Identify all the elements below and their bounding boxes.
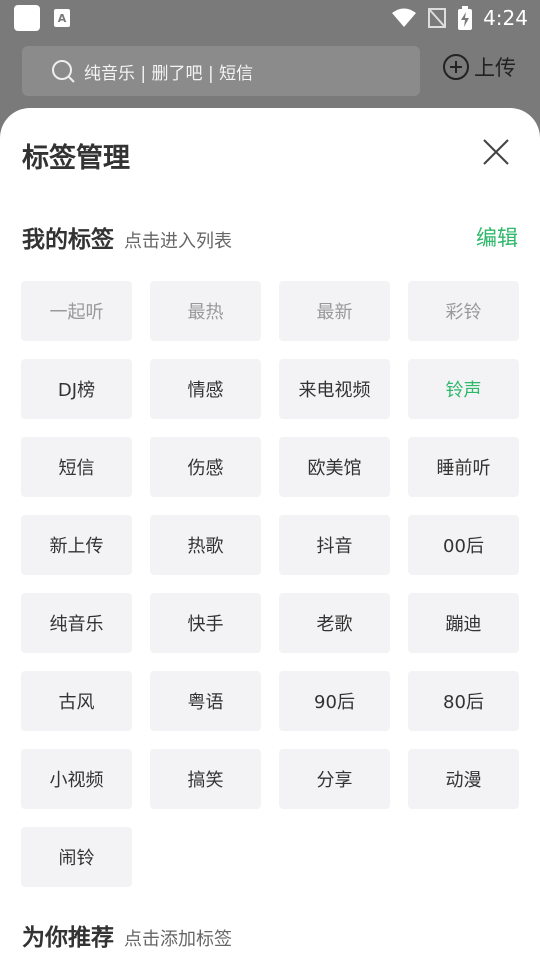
tag-item[interactable]: 新上传 <box>21 515 132 575</box>
tag-item[interactable]: DJ榜 <box>21 359 132 419</box>
tag-item[interactable]: 最新 <box>279 281 390 341</box>
search-placeholder: 纯音乐 | 删了吧 | 短信 <box>84 63 254 84</box>
recommend-header: 为你推荐 点击添加标签 <box>22 918 232 952</box>
my-tags-title: 我的标签 <box>22 227 114 253</box>
tag-item[interactable]: 来电视频 <box>279 359 390 419</box>
tag-item[interactable]: 搞笑 <box>150 749 261 809</box>
recommend-subtitle: 点击添加标签 <box>124 929 232 950</box>
upload-button[interactable]: 上传 <box>442 52 516 82</box>
tag-item[interactable]: 伤感 <box>150 437 261 497</box>
signal-icon <box>428 8 447 28</box>
tag-item[interactable]: 80后 <box>408 671 519 731</box>
tag-item[interactable]: 90后 <box>279 671 390 731</box>
tag-item[interactable]: 短信 <box>21 437 132 497</box>
tag-item[interactable]: 蹦迪 <box>408 593 519 653</box>
my-tags-grid: 一起听 最热 最新 彩铃 DJ榜 情感 来电视频 铃声短信 伤感 欧美馆 睡前听新上传 热歌 抖音 00后… <box>21 281 521 887</box>
tag-item[interactable]: 古风 <box>21 671 132 731</box>
tag-item[interactable]: 粤语 <box>150 671 261 731</box>
text-a-icon: A <box>54 9 70 27</box>
tag-item[interactable]: 纯音乐 <box>21 593 132 653</box>
tag-item[interactable]: 睡前听 <box>408 437 519 497</box>
tag-item[interactable]: 欧美馆 <box>279 437 390 497</box>
search-icon <box>52 60 75 83</box>
status-time: 4:24 <box>483 6 528 30</box>
close-icon[interactable] <box>480 136 512 168</box>
tag-item[interactable]: 00后 <box>408 515 519 575</box>
top-bar: 纯音乐 | 删了吧 | 短信 上传 <box>0 36 540 108</box>
recommend-title: 为你推荐 <box>22 925 114 951</box>
edit-button[interactable]: 编辑 <box>476 222 518 252</box>
sheet-title: 标签管理 <box>22 143 130 174</box>
tag-item[interactable]: 情感 <box>150 359 261 419</box>
search-box[interactable]: 纯音乐 | 删了吧 | 短信 <box>22 46 420 96</box>
tag-management-sheet: 标签管理 我的标签 点击进入列表 编辑 一起听 最热 最新 彩铃 DJ榜 情感 来电视频 铃声… <box>0 108 540 968</box>
upload-label: 上传 <box>474 56 516 80</box>
my-tags-header: 我的标签 点击进入列表 <box>22 220 232 254</box>
my-tags-subtitle: 点击进入列表 <box>124 231 232 252</box>
tag-item[interactable]: 一起听 <box>21 281 132 341</box>
tag-item[interactable]: 分享 <box>279 749 390 809</box>
wifi-icon <box>392 8 417 27</box>
tag-item[interactable]: 快手 <box>150 593 261 653</box>
battery-charging-icon <box>458 6 473 30</box>
tag-item[interactable]: 铃声 <box>408 359 519 419</box>
tag-item[interactable]: 最热 <box>150 281 261 341</box>
tag-item[interactable]: 彩铃 <box>408 281 519 341</box>
tag-item[interactable]: 老歌 <box>279 593 390 653</box>
tag-item[interactable]: 动漫 <box>408 749 519 809</box>
status-bar: A 4:24 <box>0 0 540 36</box>
tag-item[interactable]: 小视频 <box>21 749 132 809</box>
tag-item[interactable]: 热歌 <box>150 515 261 575</box>
notification-square-icon <box>14 5 40 31</box>
plus-circle-icon <box>443 54 469 80</box>
tag-item[interactable]: 抖音 <box>279 515 390 575</box>
tag-item[interactable]: 闹铃 <box>21 827 132 887</box>
